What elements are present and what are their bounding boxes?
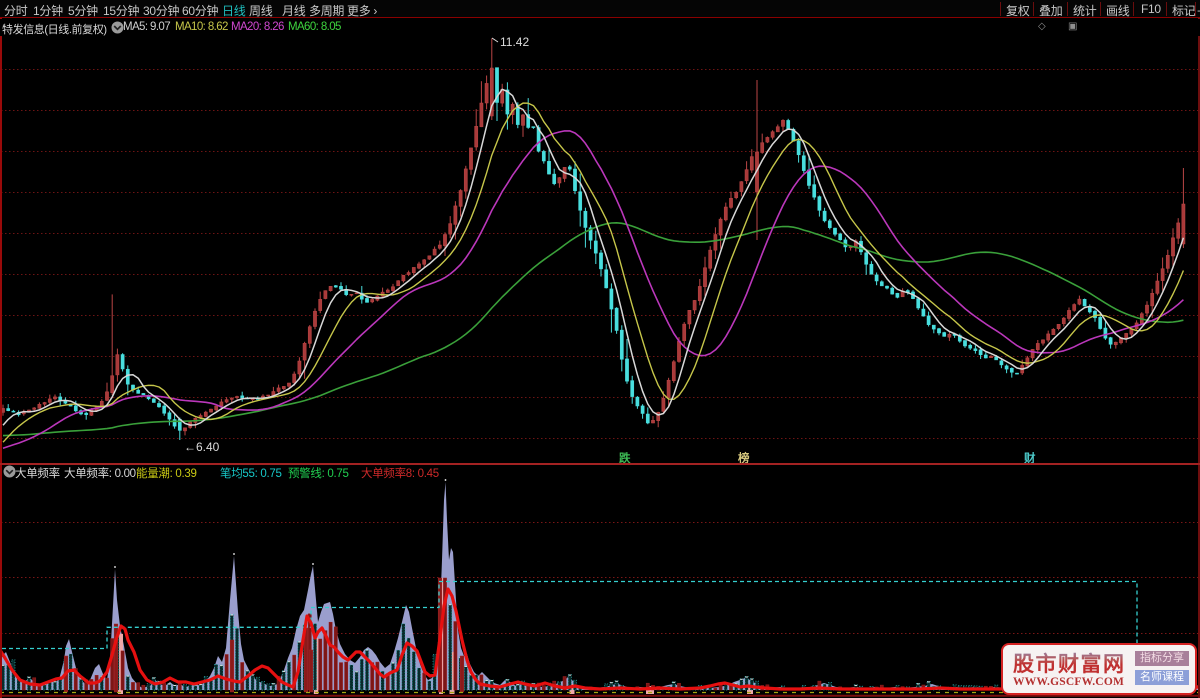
svg-text:11.42: 11.42: [500, 36, 529, 49]
svg-text:←6.40: ←6.40: [184, 440, 220, 454]
